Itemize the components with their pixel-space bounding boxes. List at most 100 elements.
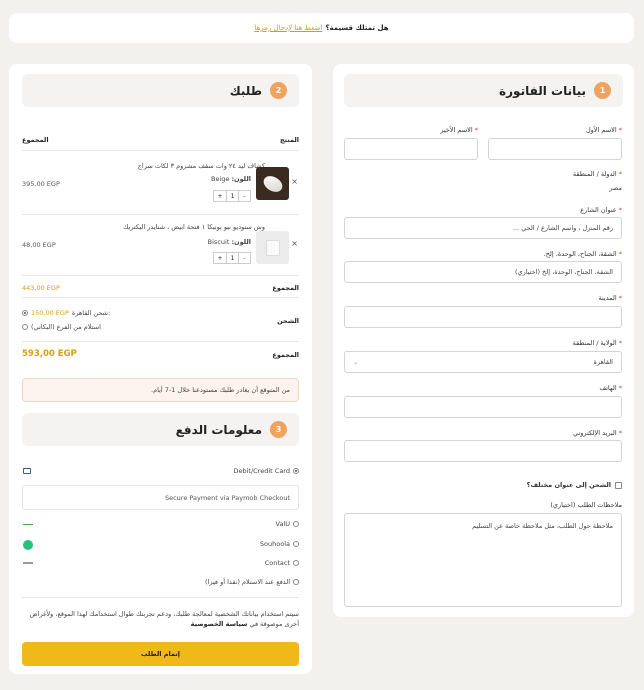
ship-different-row[interactable]: الشحن إلى عنوان مختلف؟ — [527, 481, 622, 489]
card-note: Secure Payment via Paymob Checkout — [164, 493, 290, 502]
divider — [22, 597, 299, 598]
divider — [22, 150, 299, 151]
street-label: * عنوان الشارع — [580, 206, 622, 214]
payment-method-contact-label: Contact — [264, 559, 290, 567]
order-step-number: 2 — [270, 82, 287, 99]
coupon-bar: هل تمتلك قسيمة؟ اضغط هنا لإدخال رمزها — [9, 13, 634, 43]
item-1-price: 395,00 EGP — [22, 180, 60, 188]
subtotal-label: المجموع — [272, 284, 299, 292]
payment-method-cod-label: الدفع عند الاستلام (نقدا أو فيزا) — [205, 578, 290, 586]
phone-label: * الهاتف — [599, 384, 622, 392]
billing-step-number: 1 — [594, 82, 611, 99]
coupon-question: هل تمتلك قسيمة؟ — [325, 24, 389, 32]
city-label: * المدينة — [598, 294, 622, 302]
email-label: * البريد الإلكتروني — [573, 429, 622, 437]
first-name-label: * الاسم الأول — [585, 126, 622, 134]
qty-plus-button[interactable]: + — [214, 253, 226, 263]
payment-method-valu-label: ValU — [275, 520, 291, 528]
country-value: مصر — [609, 184, 622, 192]
shipping-label: الشحن — [277, 317, 299, 325]
item-1-name: كشاف ليد ٢٤ وات سقف مشروم ٣ لكات سراج — [137, 162, 265, 170]
payment-method-souhoola-label: Souhoola — [259, 540, 290, 548]
state-label: * الولاية / المنطقة — [572, 339, 622, 347]
payment-title: معلومات الدفع — [175, 422, 262, 437]
payment-step-number: 3 — [270, 421, 287, 438]
qty-value[interactable]: 1 — [226, 253, 238, 263]
item-2-price: 48,00 EGP — [22, 241, 56, 249]
privacy-link[interactable]: سياسة الخصوصية — [191, 620, 248, 628]
item-1-thumbnail — [256, 167, 289, 200]
country-label: * الدولة / المنطقة — [572, 170, 622, 178]
shipping-option-2-radio[interactable] — [22, 324, 28, 330]
shipping-option-1-price: 150,00 EGP — [31, 309, 69, 317]
payment-method-contact-radio[interactable] — [293, 560, 299, 566]
place-order-button[interactable]: إتمام الطلب — [22, 642, 299, 666]
email-input[interactable] — [344, 440, 622, 462]
shipping-option-1-radio[interactable] — [22, 310, 28, 316]
last-name-label: * الاسم الأخير — [440, 126, 478, 134]
order-header: 2 طلبك — [22, 74, 299, 107]
apartment-input[interactable]: الشقة، الجناح، الوحدة، إلخ (اختياري) — [344, 261, 622, 283]
souhoola-logo-icon — [23, 540, 33, 550]
order-panel: 2 طلبك المنتج المجموع كشاف ليد ٢٤ وات سق… — [9, 64, 312, 674]
qty-value[interactable]: 1 — [226, 191, 238, 201]
col-product: المنتج — [279, 136, 299, 144]
item-1-remove-icon[interactable]: × — [291, 177, 298, 186]
subtotal-value: 443,00 EGP — [22, 284, 60, 292]
credit-card-icon — [23, 468, 31, 474]
qty-minus-button[interactable]: - — [238, 253, 250, 263]
notes-label: ملاحظات الطلب (اختياري) — [550, 501, 622, 509]
state-value: القاهرة — [593, 358, 613, 366]
payment-method-cod-radio[interactable] — [293, 579, 299, 585]
valu-logo-icon — [23, 524, 33, 525]
divider — [22, 341, 299, 342]
delivery-notice-text: من المتوقع أن يغادر طلبك مستودعنا خلال 1… — [151, 386, 290, 394]
divider — [22, 275, 299, 276]
payment-header: 3 معلومات الدفع — [22, 413, 299, 446]
item-1-variant: اللون: Beige — [210, 175, 251, 183]
ship-different-checkbox[interactable] — [615, 481, 622, 489]
item-2-variant: اللون: Biscuit — [207, 238, 251, 246]
col-total: المجموع — [22, 136, 49, 144]
qty-plus-button[interactable]: + — [214, 191, 226, 201]
payment-method-souhoola[interactable]: Souhoola — [260, 540, 299, 548]
notes-textarea[interactable]: ملاحظة حول الطلب، مثل ملاحظة خاصة عن الت… — [344, 513, 622, 607]
payment-method-cod[interactable]: الدفع عند الاستلام (نقدا أو فيزا) — [205, 578, 299, 586]
payment-method-card-radio[interactable] — [293, 468, 299, 474]
item-2-remove-icon[interactable]: × — [291, 239, 298, 248]
chevron-down-icon: ⌄ — [353, 358, 359, 366]
lamp-image-icon — [260, 172, 285, 195]
contact-logo-icon — [23, 562, 33, 564]
payment-method-valu-radio[interactable] — [293, 521, 299, 527]
payment-method-valu[interactable]: ValU — [275, 520, 299, 528]
state-select[interactable]: القاهرة ⌄ — [344, 351, 622, 373]
shipping-option-2-label: استلام من الفرع (البكاتي) — [31, 323, 101, 331]
card-note-box: Secure Payment via Paymob Checkout — [22, 485, 299, 510]
billing-header: 1 بيانات الفاتورة — [344, 74, 623, 107]
payment-method-souhoola-radio[interactable] — [293, 541, 299, 547]
item-1-qty-stepper[interactable]: + 1 - — [213, 190, 251, 202]
qty-minus-button[interactable]: - — [238, 191, 250, 201]
phone-input[interactable] — [344, 396, 622, 418]
delivery-notice: من المتوقع أن يغادر طلبك مستودعنا خلال 1… — [22, 378, 299, 402]
shipping-option-2[interactable]: استلام من الفرع (البكاتي) — [22, 323, 101, 331]
city-input[interactable] — [344, 306, 622, 328]
payment-method-card[interactable]: Debit/Credit Card — [234, 467, 299, 475]
last-name-input[interactable] — [344, 138, 478, 160]
street-input[interactable]: رقم المنزل ، واسم الشارع / الحي ... — [344, 217, 622, 239]
ship-different-label: الشحن إلى عنوان مختلف؟ — [526, 481, 611, 489]
privacy-text: سيتم استخدام بياناتك الشخصية لمعالجة طلب… — [29, 610, 299, 628]
item-2-qty-stepper[interactable]: + 1 - — [213, 252, 251, 264]
apartment-label: * الشقة، الجناح، الوحدة، إلخ. — [543, 250, 622, 258]
switch-plate-icon — [265, 239, 280, 256]
item-2-name: وش ستوديو نيو يونيكا ١ فتحة ابيض ، شنايد… — [123, 223, 265, 231]
payment-method-contact[interactable]: Contact — [265, 559, 299, 567]
first-name-input[interactable] — [488, 138, 622, 160]
total-label: المجموع — [272, 351, 299, 359]
billing-title: بيانات الفاتورة — [499, 83, 586, 98]
shipping-option-1-label: شحن القاهرة: — [71, 309, 111, 317]
divider — [22, 297, 299, 298]
shipping-option-1[interactable]: 150,00 EGP شحن القاهرة: — [22, 309, 110, 317]
total-value: 593,00 EGP — [22, 349, 77, 359]
coupon-link[interactable]: اضغط هنا لإدخال رمزها — [254, 24, 322, 32]
